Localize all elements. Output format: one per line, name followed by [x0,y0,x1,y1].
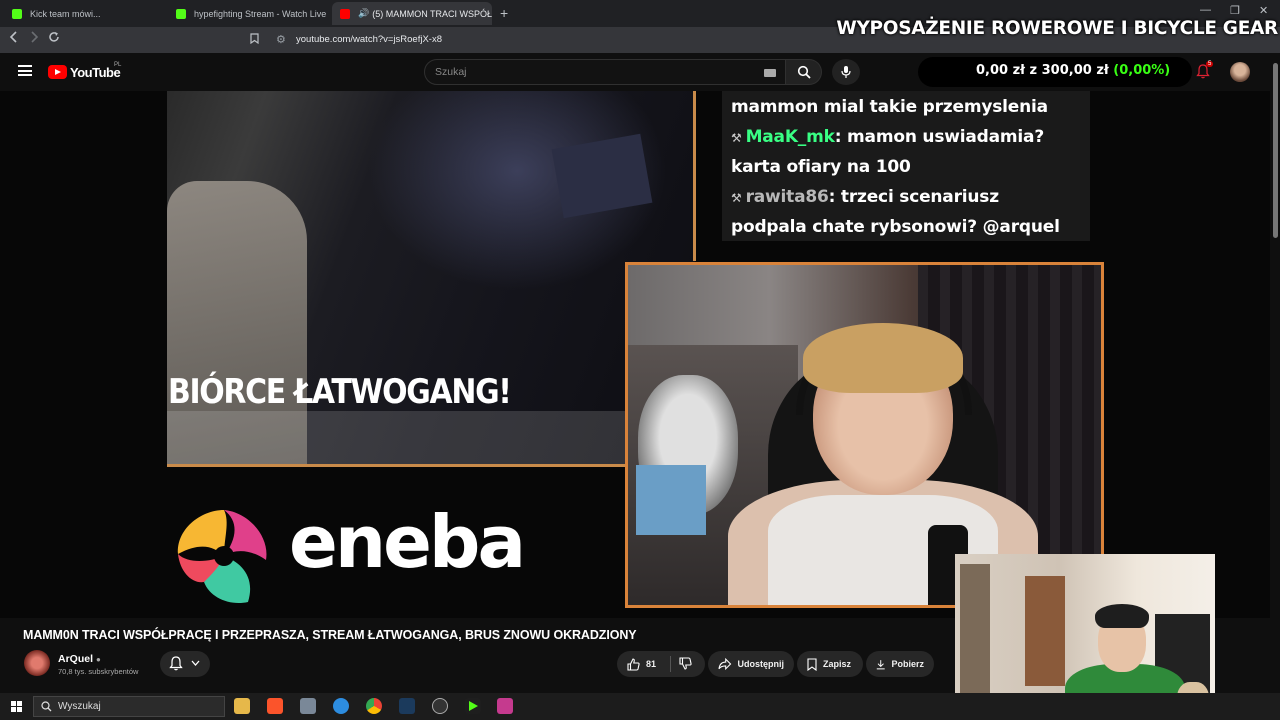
donation-goal-text: 0,00 zł z 300,00 zł (0,00%) [976,63,1170,78]
close-window-icon[interactable]: ✕ [1259,4,1268,17]
app-icon[interactable] [497,698,513,714]
channel-name-text[interactable]: ArQuel [58,653,93,665]
forward-icon[interactable] [29,31,39,46]
search-icon [797,65,811,79]
restore-icon[interactable]: ❐ [1230,4,1240,17]
chat-message: karta ofiary na 100 [731,157,911,177]
subscriber-count: 70,8 tys. subskrybentów [58,667,139,676]
search-button[interactable] [786,59,822,85]
browser-tab-youtube-active[interactable]: 🔊 (5) MAMMON TRACI WSPÓŁP ✕ [332,2,492,25]
channel-name[interactable]: ArQuel ● [58,653,101,665]
back-icon[interactable] [9,31,19,46]
like-count[interactable]: 81 [646,659,656,669]
os-taskbar: Wyszukaj [0,693,1280,720]
app-icon[interactable] [300,698,316,714]
chat-message: mammon mial takie przemyslenia [731,97,1048,117]
verified-icon: ● [96,655,101,664]
steam-icon[interactable] [399,698,415,714]
stream-overlay-title: WYPOSAŻENIE ROWEROWE I BICYCLE GEAR [836,18,1278,39]
donation-target: 300,00 zł [1041,63,1109,78]
youtube-wordmark[interactable]: YouTube [70,65,121,80]
chat-message: ⚒ MaaK_mk: mamon uswiadamia? [731,127,1044,147]
like-dislike-group: 81 [617,651,705,677]
chrome-browser-icon[interactable] [366,698,382,714]
channel-avatar[interactable] [24,650,50,676]
taskbar-search-input[interactable]: Wyszukaj [33,696,225,717]
chat-username: MaaK_mk [745,127,835,147]
country-code: PL [114,62,122,68]
donation-current: 0,00 zł [976,63,1025,78]
donation-separator: z [1029,63,1038,78]
frame-divider [693,91,696,261]
moderator-badge-icon: ⚒ [731,191,742,205]
eneba-logo-icon [177,510,267,604]
bookmark-icon[interactable] [250,33,259,47]
save-label: Zapisz [823,659,852,669]
speaker-icon: 🔊 [358,8,370,18]
moderator-badge-icon: ⚒ [731,131,742,145]
chat-username: rawita86 [745,187,829,207]
video-title: MAMM0N TRACI WSPÓŁPRACĘ I PRZEPRASZA, ST… [23,628,637,642]
chat-text: : trzeci scenariusz [828,187,1000,207]
kick-favicon-icon [12,8,22,19]
youtube-logo-icon[interactable] [48,65,67,79]
kick-favicon-icon [176,8,186,19]
chevron-down-icon [191,658,200,668]
download-button[interactable]: Pobierz [866,651,934,677]
app-icon[interactable] [432,698,448,714]
site-settings-icon[interactable]: ⚙ [276,33,286,46]
save-icon [807,657,817,671]
donation-goal-widget: 0,00 zł z 300,00 zł (0,00%) [918,57,1192,87]
donation-percent: (0,00%) [1113,63,1171,78]
scene-caption: BIÓRCE ŁATWOGANG! [168,372,512,412]
chat-message: podpala chate rybsonowi? @arquel [731,217,1060,237]
sponsor-text: eneba [289,500,526,584]
url-text[interactable]: youtube.com/watch?v=jsRoefjX-x8 [296,34,442,45]
browser-tab-kick-team[interactable]: Kick team mówi... [4,2,164,25]
frame-divider [167,464,627,467]
chat-text: : mamon uswiadamia? [834,127,1044,147]
chat-text: karta ofiary na 100 [731,157,911,177]
scrollbar-thumb[interactable] [1273,63,1278,238]
tab-title: Kick team mówi... [30,8,101,19]
notification-count-badge: 5 [1206,61,1214,67]
youtube-masthead: YouTube PL Szukaj 0,00 zł z 300,00 zł (0… [0,53,1280,91]
download-label: Pobierz [891,659,924,669]
menu-icon[interactable] [18,65,32,76]
file-explorer-icon[interactable] [234,698,250,714]
tab-title: (5) MAMMON TRACI WSPÓŁP [372,8,492,19]
voice-search-button[interactable] [832,59,860,85]
share-button[interactable]: Udostępnij [708,651,794,677]
start-menu-icon[interactable] [11,701,22,712]
share-label: Udostępnij [737,659,785,669]
chat-text: podpala chate rybsonowi? @arquel [731,217,1060,237]
search-placeholder: Szukaj [435,66,467,78]
media-player-icon[interactable] [465,698,481,714]
keyboard-icon[interactable] [764,69,776,77]
notifications-bell-icon[interactable] [1196,64,1210,84]
tab-title: hypefighting Stream - Watch Live on [194,8,328,19]
edge-browser-icon[interactable] [333,698,349,714]
subscription-bell-button[interactable] [160,651,210,677]
new-tab-button[interactable]: + [500,5,508,21]
account-avatar[interactable] [1230,62,1250,82]
like-icon[interactable] [627,657,640,671]
reload-icon[interactable] [48,31,60,46]
stream-chat-overlay: mammon mial takie przemyslenia ⚒ MaaK_mk:… [722,91,1090,241]
browser-tab-hypefighting[interactable]: hypefighting Stream - Watch Live on [168,2,328,25]
minimize-icon[interactable]: — [1200,4,1211,16]
chat-message: ⚒ rawita86: trzeci scenariusz [731,187,999,207]
dislike-icon[interactable] [679,657,692,670]
save-button[interactable]: Zapisz [797,651,863,677]
chat-text: mammon mial takie przemyslenia [731,97,1048,117]
bell-icon [169,656,183,671]
youtube-favicon-icon [340,8,350,19]
brave-browser-icon[interactable] [267,698,283,714]
taskbar-search-placeholder: Wyszukaj [58,701,101,712]
share-icon [718,658,732,670]
search-icon [41,701,52,712]
microphone-icon [841,66,851,78]
download-icon [876,659,885,669]
search-input[interactable]: Szukaj [424,59,786,85]
